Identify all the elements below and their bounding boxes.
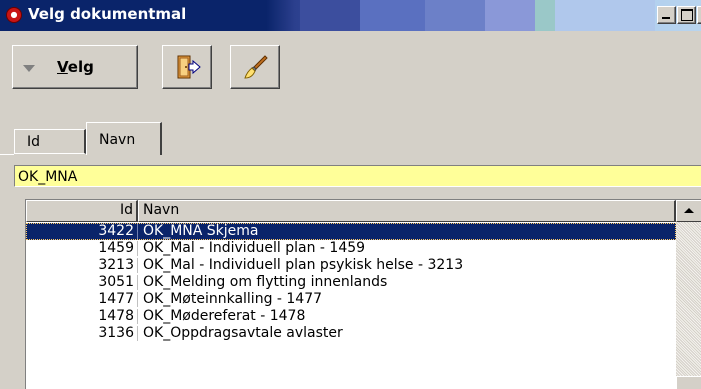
row-id: 3051 (98, 274, 134, 290)
dropdown-triangle-icon (23, 65, 35, 72)
row-name: OK_Mødereferat - 1478 (143, 308, 306, 324)
row-id: 3136 (98, 325, 134, 341)
list-header: Id Navn (26, 200, 676, 222)
maximize-button[interactable] (677, 6, 696, 24)
tab-id[interactable]: Id (14, 129, 86, 154)
template-list[interactable]: Id Navn 3422 OK_MNA Skjema 1459 OK_Mal -… (25, 199, 701, 389)
table-row[interactable]: 1478 OK_Mødereferat - 1478 (26, 308, 676, 325)
tab-id-label: Id (27, 134, 41, 150)
column-header-navn[interactable]: Navn (138, 200, 676, 222)
paintbrush-icon (244, 55, 268, 79)
row-id: 1459 (98, 240, 134, 256)
row-name: OK_Mal - Individuell plan - 1459 (143, 240, 366, 256)
row-id: 3213 (98, 257, 134, 273)
row-name: OK_Møteinnkalling - 1477 (143, 291, 323, 307)
table-row[interactable]: 3051 OK_Melding om flytting innenlands (26, 274, 676, 291)
row-name: OK_Melding om flytting innenlands (143, 274, 388, 290)
table-row[interactable]: 3422 OK_MNA Skjema (26, 223, 676, 240)
column-divider (137, 224, 138, 239)
row-name: OK_Mal - Individuell plan psykisk helse … (143, 257, 464, 273)
column-divider (137, 241, 138, 256)
column-divider (137, 258, 138, 273)
search-input[interactable] (14, 165, 701, 187)
row-id: 1477 (98, 291, 134, 307)
tab-baseline (0, 154, 14, 155)
column-header-id[interactable]: Id (26, 200, 138, 222)
table-row[interactable]: 1459 OK_Mal - Individuell plan - 1459 (26, 240, 676, 257)
table-row[interactable]: 1477 OK_Møteinnkalling - 1477 (26, 291, 676, 308)
tab-navn[interactable]: Navn (86, 122, 162, 155)
row-id: 1478 (98, 308, 134, 324)
toolbar: Velg (0, 31, 701, 101)
tab-navn-label: Navn (99, 132, 136, 148)
row-name: OK_MNA Skjema (143, 223, 259, 239)
title-bar[interactable]: ● Velg dokumentmal (0, 0, 701, 31)
velg-button-label: Velg (57, 58, 94, 76)
column-divider (137, 292, 138, 307)
velg-button[interactable]: Velg (12, 45, 138, 89)
column-divider (137, 309, 138, 324)
column-divider (137, 326, 138, 341)
row-name: OK_Oppdragsavtale avlaster (143, 325, 343, 341)
column-divider (137, 275, 138, 290)
close-button[interactable] (697, 6, 701, 24)
row-id: 3422 (98, 223, 134, 239)
window-title: Velg dokumentmal (28, 5, 187, 23)
table-row[interactable]: 3213 OK_Mal - Individuell plan psykisk h… (26, 257, 676, 274)
vertical-scrollbar[interactable] (676, 200, 701, 389)
exit-door-icon (177, 55, 201, 79)
clear-button[interactable] (230, 45, 280, 89)
exit-button[interactable] (162, 45, 212, 89)
app-logo-icon[interactable]: ● (6, 7, 22, 23)
table-row[interactable]: 3136 OK_Oppdragsavtale avlaster (26, 325, 676, 342)
minimize-button[interactable] (657, 6, 676, 24)
scroll-up-arrow-icon[interactable] (676, 200, 701, 222)
scroll-thumb[interactable] (676, 376, 701, 389)
